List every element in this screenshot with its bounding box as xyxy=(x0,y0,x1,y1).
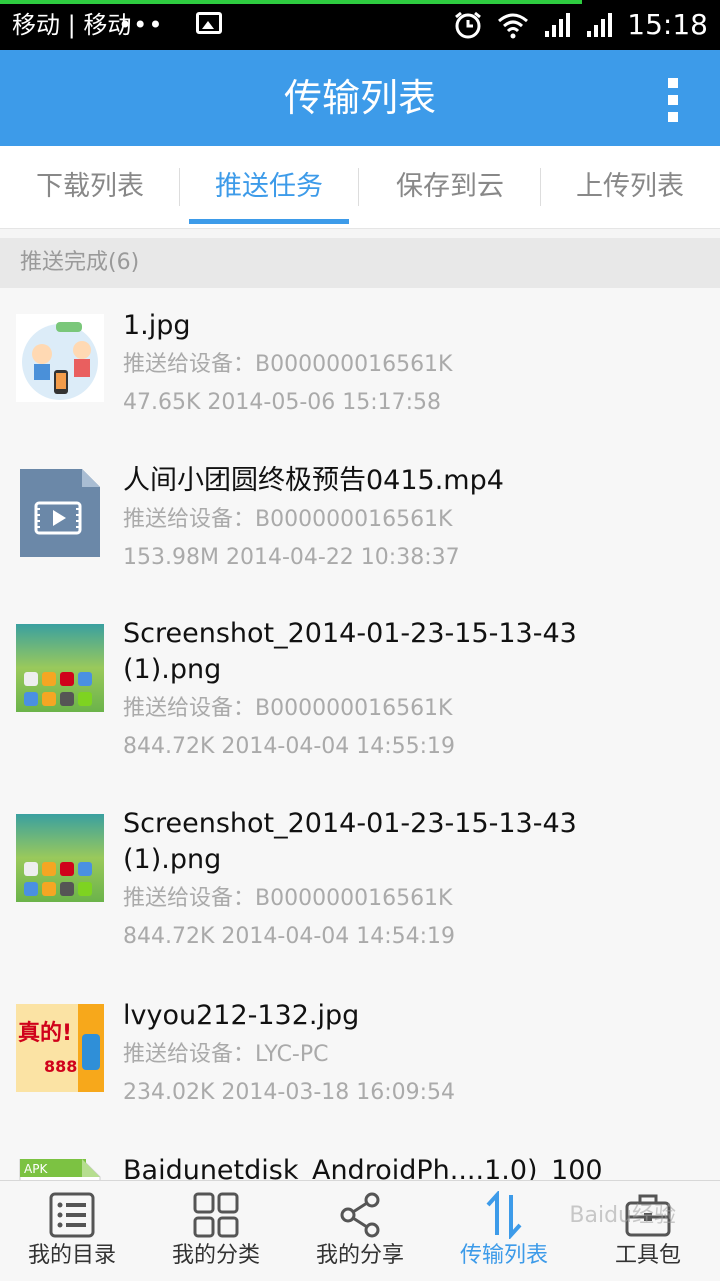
image-thumb xyxy=(16,314,104,402)
nav-my-directory[interactable]: 我的目录 xyxy=(0,1181,144,1281)
progress-line xyxy=(0,0,582,4)
nav-label: 我的分享 xyxy=(315,1243,404,1268)
nav-toolbox[interactable]: 工具包 xyxy=(576,1181,720,1281)
list-item[interactable]: Screenshot_2014-01-23-15-13-43 (1).png 推… xyxy=(0,598,720,789)
push-device: 推送给设备：B000000016561K xyxy=(123,696,453,721)
file-name: Baidunetdisk_AndroidPh....1.0)_100 xyxy=(123,1155,603,1180)
push-device: 推送给设备：B000000016561K xyxy=(123,507,453,532)
tab-save-to-cloud[interactable]: 保存到云 xyxy=(360,146,540,228)
share-icon xyxy=(340,1192,380,1238)
file-info: 47.65K 2014-05-06 15:17:58 xyxy=(123,390,442,415)
wifi-icon xyxy=(498,13,529,39)
screenshot-thumb xyxy=(16,814,104,902)
section-title: 推送完成(6) xyxy=(20,250,140,275)
list-item[interactable]: 1.jpg 推送给设备：B000000016561K 47.65K 2014-0… xyxy=(0,288,720,444)
image-notification-icon xyxy=(196,12,222,34)
status-bar: 移动 | 移动 ••• 15:18 xyxy=(0,0,720,50)
file-info: 844.72K 2014-04-04 14:55:19 xyxy=(123,734,456,759)
svg-text:真的!: 真的! xyxy=(18,1020,72,1046)
more-menu-icon[interactable] xyxy=(668,78,682,122)
nav-my-shares[interactable]: 我的分享 xyxy=(288,1181,432,1281)
tab-upload-list[interactable]: 上传列表 xyxy=(540,146,720,228)
image-thumb: 真的! 888 xyxy=(16,1004,104,1092)
push-device: 推送给设备：B000000016561K xyxy=(123,886,453,911)
svg-text:APK: APK xyxy=(24,1162,48,1176)
push-list: 1.jpg 推送给设备：B000000016561K 47.65K 2014-0… xyxy=(0,288,720,1180)
notification-dots: ••• xyxy=(118,11,164,39)
svg-text:888: 888 xyxy=(44,1057,77,1076)
tab-push-tasks[interactable]: 推送任务 xyxy=(180,146,358,228)
list-item[interactable]: APK Baidunetdisk_AndroidPh....1.0)_100 xyxy=(0,1133,720,1180)
file-name-line2: (1).png xyxy=(123,654,222,685)
list-item[interactable]: 真的! 888 lvyou212-132.jpg 推送给设备：LYC-PC 23… xyxy=(0,978,720,1134)
push-device: 推送给设备：B000000016561K xyxy=(123,352,453,377)
file-name: 1.jpg xyxy=(123,310,191,341)
page-title: 传输列表 xyxy=(283,76,436,120)
section-header: 推送完成(6) xyxy=(0,238,720,288)
list-icon xyxy=(49,1192,95,1238)
video-file-icon xyxy=(20,469,100,557)
nav-label: 传输列表 xyxy=(459,1243,548,1268)
file-name: 人间小团圆终极预告0415.mp4 xyxy=(123,465,504,496)
apk-file-icon: APK xyxy=(19,1159,101,1180)
active-tab-indicator xyxy=(189,219,349,224)
file-name: Screenshot_2014-01-23-15-13-43 xyxy=(123,808,577,839)
file-name: lvyou212-132.jpg xyxy=(123,1000,360,1031)
list-item[interactable]: 人间小团圆终极预告0415.mp4 推送给设备：B000000016561K 1… xyxy=(0,443,720,599)
tab-bar: 下载列表 推送任务 保存到云 上传列表 xyxy=(0,146,720,229)
push-device: 推送给设备：LYC-PC xyxy=(123,1042,329,1067)
clock: 15:18 xyxy=(627,8,708,41)
signal-icon-2 xyxy=(587,13,613,37)
carrier-label: 移动 | 移动 xyxy=(12,11,132,39)
nav-transfer-list[interactable]: 传输列表 xyxy=(432,1181,576,1281)
file-name-line2: (1).png xyxy=(123,844,222,875)
grid-icon xyxy=(193,1192,239,1238)
nav-my-categories[interactable]: 我的分类 xyxy=(144,1181,288,1281)
list-item[interactable]: Screenshot_2014-01-23-15-13-43 (1).png 推… xyxy=(0,788,720,979)
title-bar: 传输列表 xyxy=(0,50,720,146)
file-info: 234.02K 2014-03-18 16:09:54 xyxy=(123,1080,456,1105)
watermark: Baidu经验 xyxy=(569,1203,676,1228)
alarm-icon xyxy=(455,11,482,39)
bottom-nav: 我的目录 我的分类 我的分享 传输列表 工具包 Baidu经验 xyxy=(0,1180,720,1281)
file-info: 153.98M 2014-04-22 10:38:37 xyxy=(123,545,460,570)
nav-label: 工具包 xyxy=(614,1243,681,1268)
file-name: Screenshot_2014-01-23-15-13-43 xyxy=(123,618,577,649)
tab-download-list[interactable]: 下载列表 xyxy=(0,146,180,228)
signal-icon-1 xyxy=(545,13,571,37)
transfer-icon xyxy=(486,1191,522,1239)
tab-divider xyxy=(358,168,359,206)
nav-label: 我的分类 xyxy=(171,1243,260,1268)
file-info: 844.72K 2014-04-04 14:54:19 xyxy=(123,924,456,949)
screenshot-thumb xyxy=(16,624,104,712)
nav-label: 我的目录 xyxy=(27,1243,116,1268)
